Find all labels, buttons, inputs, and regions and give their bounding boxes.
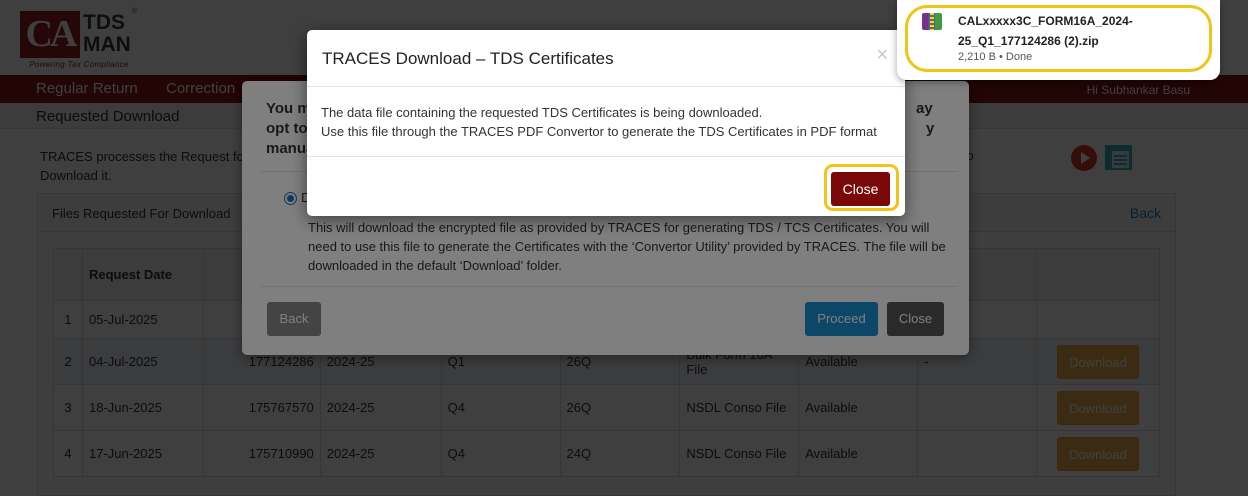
- downloaded-file-name[interactable]: CALxxxxx3C_FORM16A_2024-25_Q1_177124286 …: [958, 11, 1208, 51]
- winrar-archive-icon: [922, 13, 942, 30]
- modal-message-line: The data file containing the requested T…: [321, 105, 763, 120]
- modal-message-line: Use this file through the TRACES PDF Con…: [321, 124, 877, 139]
- close-icon[interactable]: ×: [876, 44, 888, 67]
- modal-body: The data file containing the requested T…: [321, 103, 896, 141]
- close-button[interactable]: Close: [831, 172, 890, 206]
- download-status: 2,210 B • Done: [958, 51, 1033, 63]
- divider: [307, 86, 905, 87]
- browser-download-popup[interactable]: CALxxxxx3C_FORM16A_2024-25_Q1_177124286 …: [897, 0, 1220, 80]
- divider: [307, 156, 905, 157]
- modal-title: TRACES Download – TDS Certificates: [322, 49, 614, 68]
- traces-download-modal: TRACES Download – TDS Certificates × The…: [307, 30, 905, 216]
